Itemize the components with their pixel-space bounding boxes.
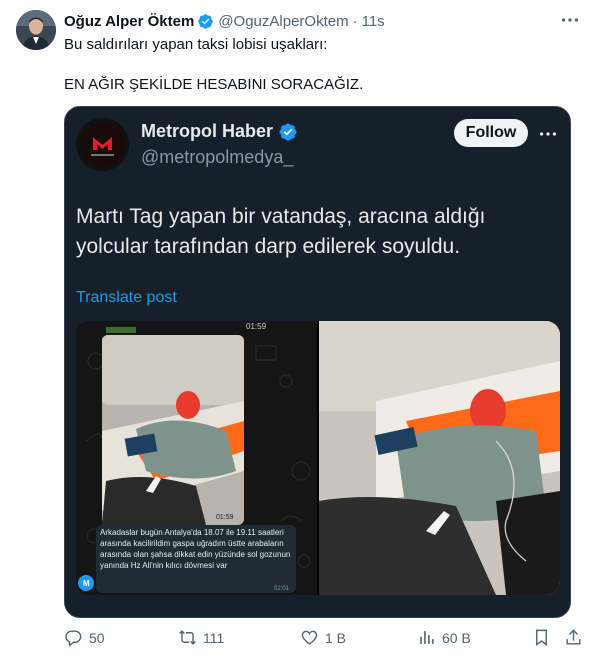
bookmark-button[interactable] bbox=[532, 628, 557, 647]
media-right-image bbox=[319, 321, 560, 595]
verified-badge-icon bbox=[198, 13, 214, 29]
repost-count: 111 bbox=[203, 629, 225, 646]
reply-icon bbox=[65, 630, 82, 647]
share-button[interactable] bbox=[564, 628, 589, 647]
author-name[interactable]: Oğuz Alper Öktem bbox=[64, 13, 194, 30]
quoted-text: Martı Tag yapan bir vatandaş, aracına al… bbox=[76, 205, 486, 258]
verified-badge-icon bbox=[279, 122, 297, 141]
repost-button[interactable]: 111 bbox=[178, 628, 224, 647]
quoted-avatar[interactable] bbox=[76, 118, 129, 171]
quoted-post[interactable]: Metropol Haber @metropolmedya_ Follow Ma… bbox=[64, 106, 571, 618]
media-timestamp-top: 01:59 bbox=[246, 322, 267, 331]
quoted-handle[interactable]: @metropolmedya_ bbox=[141, 147, 293, 168]
views-icon bbox=[420, 631, 434, 644]
quoted-name-text: Metropol Haber bbox=[141, 121, 274, 141]
repost-icon bbox=[179, 630, 196, 645]
media-left-image: 01:59 01:59 Arkadaslar bugün Antalya'da … bbox=[76, 321, 317, 595]
media-timestamp-inner: 01:59 bbox=[216, 514, 234, 521]
author-handle[interactable]: @OguzAlperOktem bbox=[218, 13, 348, 30]
like-count: 1 B bbox=[325, 629, 347, 646]
tweet-line-1: Bu saldırıları yapan taksi lobisi uşakla… bbox=[64, 36, 328, 53]
tweet-text: Bu saldırıları yapan taksi lobisi uşakla… bbox=[64, 35, 574, 95]
tweet-header: Oğuz Alper Öktem @OguzAlperOktem · 11s bbox=[64, 11, 581, 31]
action-bar: 50 111 1 B 60 B bbox=[64, 622, 584, 652]
quoted-name[interactable]: Metropol Haber bbox=[141, 121, 298, 142]
chat-message: Arkadaslar bugün Antalya'da 18.07 ile 19… bbox=[100, 528, 291, 570]
share-icon bbox=[566, 629, 581, 645]
reply-button[interactable]: 50 bbox=[64, 628, 105, 647]
chat-time: 02:01 bbox=[274, 586, 290, 592]
more-icon[interactable] bbox=[537, 123, 559, 145]
author-avatar[interactable] bbox=[16, 10, 56, 50]
separator-dot: · bbox=[352, 12, 358, 30]
views-count: 60 B bbox=[442, 629, 471, 646]
like-icon bbox=[301, 630, 318, 645]
like-button[interactable]: 1 B bbox=[300, 628, 346, 647]
quoted-media[interactable]: 01:59 01:59 Arkadaslar bugün Antalya'da … bbox=[76, 321, 560, 595]
reply-count: 50 bbox=[89, 629, 105, 646]
views-button[interactable]: 60 B bbox=[417, 628, 471, 647]
bookmark-icon bbox=[536, 629, 547, 647]
tweet-line-2: EN AĞIR ŞEKİLDE HESABINI SORACAĞIZ. bbox=[64, 76, 364, 93]
follow-button[interactable]: Follow bbox=[454, 119, 528, 147]
post-time[interactable]: 11s bbox=[362, 13, 385, 30]
translate-post-link[interactable]: Translate post bbox=[76, 289, 177, 307]
chat-avatar: M bbox=[83, 579, 90, 588]
more-icon[interactable] bbox=[559, 9, 581, 31]
